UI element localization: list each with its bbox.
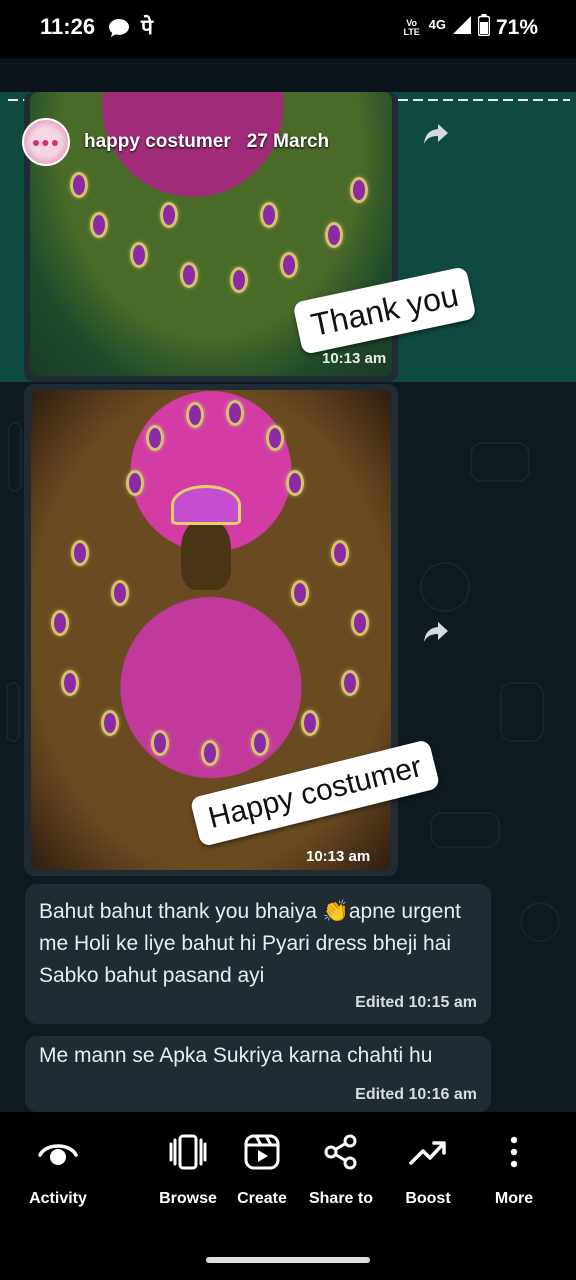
eye-icon	[36, 1130, 80, 1174]
system-navigation-bar	[0, 1232, 576, 1280]
more-vertical-icon	[492, 1130, 536, 1174]
caption-name: happy costumer	[84, 131, 231, 152]
browse-label: Browse	[159, 1190, 217, 1207]
message-text: Bahut bahut thank you bhaiya 👏apne urgen…	[39, 900, 461, 987]
forward-icon[interactable]	[418, 116, 454, 152]
notification-text: पे	[141, 15, 153, 39]
status-indicators: Vo LTE 4G 71%	[401, 14, 538, 41]
create-button[interactable]: Create	[226, 1130, 298, 1208]
message-time: 10:13 am	[306, 848, 371, 865]
story-caption: ●●● happy costumer 27 March	[22, 118, 329, 166]
avatar[interactable]: ●●●	[22, 118, 70, 166]
network-type: 4G	[428, 17, 446, 32]
trend-up-icon	[406, 1130, 450, 1174]
message-time: 10:13 am	[322, 350, 387, 367]
boost-label: Boost	[405, 1190, 451, 1207]
activity-button[interactable]: Activity	[20, 1130, 96, 1208]
message-text: Me mann se Apka Sukriya karna chahti hu	[39, 1044, 433, 1067]
share-icon	[319, 1130, 363, 1174]
avatar-pattern-icon: ●●●	[31, 134, 61, 150]
story-toolbar: Activity Browse Create Share to Boost Mo…	[0, 1112, 576, 1232]
status-time: 11:26	[40, 14, 96, 39]
more-label: More	[494, 1190, 534, 1207]
signal-icon	[452, 15, 472, 40]
chat-bubble-icon	[108, 18, 130, 43]
boost-button[interactable]: Boost	[390, 1130, 466, 1208]
battery-percent: 71%	[495, 15, 538, 39]
browse-button[interactable]: Browse	[150, 1130, 226, 1208]
chat-message[interactable]: Bahut bahut thank you bhaiya 👏apne urgen…	[25, 884, 491, 1024]
chat-message[interactable]: Me mann se Apka Sukriya karna chahti hu …	[25, 1036, 491, 1112]
message-meta: Edited 10:15 am	[355, 994, 477, 1011]
share-to-button[interactable]: Share to	[302, 1130, 380, 1208]
home-gesture-handle[interactable]	[206, 1257, 370, 1263]
create-label: Create	[237, 1190, 287, 1207]
status-bar: 11:26 पे Vo LTE 4G 71%	[0, 0, 576, 58]
battery-icon	[477, 14, 491, 41]
message-meta: Edited 10:16 am	[355, 1086, 477, 1103]
phone-stack-icon	[166, 1130, 210, 1174]
forward-icon[interactable]	[418, 614, 454, 650]
share-to-label: Share to	[308, 1190, 373, 1207]
reel-create-icon	[240, 1130, 284, 1174]
volte-icon: Vo LTE	[403, 17, 420, 37]
more-button[interactable]: More	[480, 1130, 548, 1208]
caption-date: 27 March	[246, 131, 330, 152]
activity-label: Activity	[29, 1190, 87, 1207]
story-viewer[interactable]: Thank you 10:13 am ●●● happy costumer 27…	[0, 58, 576, 1112]
